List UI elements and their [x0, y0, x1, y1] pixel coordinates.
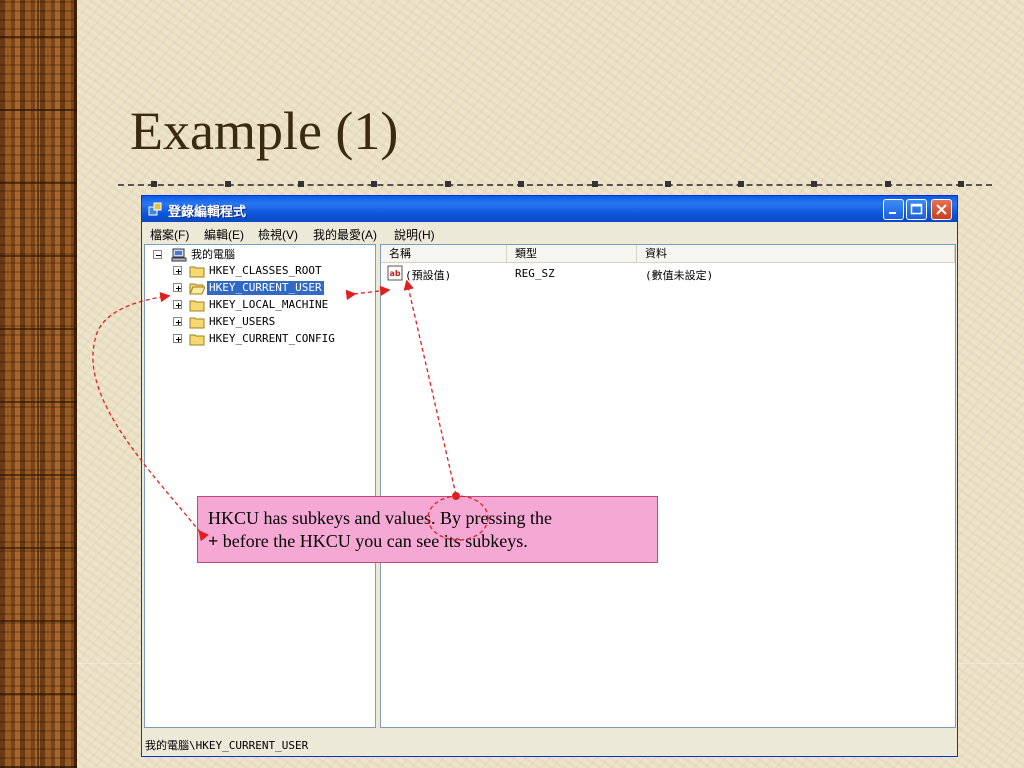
- divider-dot: [665, 181, 671, 187]
- registry-tree[interactable]: 我的電腦 HKEY_CLASSES_ROOT HKEY_CURRENT_USER…: [144, 244, 376, 728]
- expand-icon[interactable]: [173, 300, 182, 309]
- registry-editor-window: 登錄編輯程式 檔案(F) 編輯(E) 檢視(V) 我的最愛(A) 說明(H) 我…: [141, 195, 958, 757]
- expand-icon[interactable]: [173, 334, 182, 343]
- tree-item-label: HKEY_USERS: [209, 315, 276, 328]
- divider-dot: [225, 181, 231, 187]
- divider-dot: [958, 181, 964, 187]
- values-list[interactable]: 名稱 類型 資料 ab (預設值) REG_SZ (數值未設定): [380, 244, 956, 728]
- folder-icon: [189, 317, 205, 329]
- minimize-icon: [889, 212, 896, 214]
- tree-item-hklm[interactable]: HKEY_LOCAL_MACHINE: [173, 297, 373, 313]
- column-header-type[interactable]: 類型: [507, 245, 637, 263]
- column-header-data[interactable]: 資料: [637, 245, 955, 263]
- menu-edit[interactable]: 編輯(E): [204, 226, 244, 243]
- tree-root[interactable]: 我的電腦: [153, 247, 353, 263]
- wood-divider: [37, 0, 39, 768]
- tree-item-hku[interactable]: HKEY_USERS: [173, 314, 373, 330]
- divider-dot: [738, 181, 744, 187]
- divider-dot: [151, 181, 157, 187]
- string-value-icon: ab: [387, 265, 403, 281]
- tree-item-label-selected: HKEY_CURRENT_USER: [207, 281, 324, 295]
- tree-root-label: 我的電腦: [191, 248, 235, 261]
- divider-dot: [885, 181, 891, 187]
- slide-title: Example (1): [130, 101, 399, 161]
- minimize-button[interactable]: [883, 199, 904, 220]
- folder-icon: [189, 300, 205, 312]
- folder-icon: [189, 266, 205, 278]
- menu-bar: 檔案(F) 編輯(E) 檢視(V) 我的最愛(A) 說明(H): [142, 223, 957, 243]
- divider-dot: [811, 181, 817, 187]
- status-bar: 我的電腦\HKEY_CURRENT_USER: [142, 730, 957, 756]
- tree-item-label: HKEY_CLASSES_ROOT: [209, 264, 322, 277]
- tree-item-hkcr[interactable]: HKEY_CLASSES_ROOT: [173, 263, 373, 279]
- status-path: 我的電腦\HKEY_CURRENT_USER: [145, 739, 309, 752]
- menu-view[interactable]: 檢視(V): [258, 226, 298, 243]
- callout-plus: +: [208, 531, 219, 551]
- expand-icon[interactable]: [173, 283, 182, 292]
- annotation-callout: HKCU has subkeys and values. By pressing…: [197, 496, 658, 563]
- folder-icon: [189, 334, 205, 346]
- close-button[interactable]: [931, 199, 952, 220]
- expand-icon[interactable]: [173, 317, 182, 326]
- callout-text-1: HKCU has subkeys and values. By pressing…: [208, 508, 552, 528]
- divider-dot: [518, 181, 524, 187]
- menu-file[interactable]: 檔案(F): [150, 226, 189, 243]
- value-name[interactable]: (預設值): [405, 267, 451, 283]
- tree-item-hkcu[interactable]: HKEY_CURRENT_USER: [173, 280, 373, 296]
- callout-text-2: before the HKCU you can see its subkeys.: [218, 531, 528, 551]
- regedit-icon: [148, 202, 162, 216]
- divider-dot: [592, 181, 598, 187]
- expand-icon[interactable]: [173, 266, 182, 275]
- tree-item-hkcc[interactable]: HKEY_CURRENT_CONFIG: [173, 331, 373, 347]
- divider-dot: [445, 181, 451, 187]
- svg-text:ab: ab: [390, 269, 401, 278]
- tree-item-label: HKEY_CURRENT_CONFIG: [209, 332, 335, 345]
- window-title: 登錄編輯程式: [168, 204, 247, 219]
- title-divider: [118, 184, 992, 186]
- menu-help[interactable]: 說明(H): [394, 226, 435, 243]
- column-header-name[interactable]: 名稱: [381, 245, 507, 263]
- close-icon: [936, 204, 947, 215]
- menu-favorites[interactable]: 我的最愛(A): [313, 226, 377, 243]
- window-titlebar[interactable]: 登錄編輯程式: [142, 196, 957, 222]
- maximize-icon: [910, 203, 923, 215]
- value-data: (數值未設定): [645, 269, 714, 282]
- open-folder-icon: [189, 283, 205, 295]
- maximize-button[interactable]: [906, 199, 927, 220]
- value-type: REG_SZ: [515, 267, 555, 280]
- computer-icon: [171, 248, 187, 262]
- collapse-icon[interactable]: [153, 250, 162, 259]
- tree-item-label: HKEY_LOCAL_MACHINE: [209, 298, 329, 311]
- divider-dot: [371, 181, 377, 187]
- divider-dot: [298, 181, 304, 187]
